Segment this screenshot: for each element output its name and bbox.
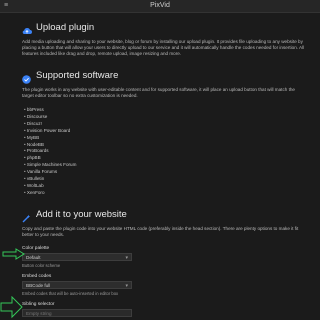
add-heading: Add it to your website [36,208,127,220]
list-item: Simple Machines Forum [24,162,306,169]
embed-codes-select[interactable]: BBCode full [22,281,132,290]
supported-description: The plugin works in any website with use… [22,86,295,98]
color-palette-select[interactable]: Default [22,253,132,262]
list-item: ProBoards [24,148,306,155]
list-item: NodeBB [24,142,306,149]
upload-description: Add media uploading and sharing to your … [22,39,305,57]
list-item: XenForo [24,190,306,197]
supported-section-header: Supported software [22,69,306,84]
supported-heading: Supported software [36,69,119,81]
sibling-selector-label: Sibling selector [22,302,55,308]
software-list: bbPress Discourse Discuz! Invision Power… [24,107,306,197]
sibling-selector-input[interactable]: Empty string [22,309,132,318]
upload-section-header: Upload plugin [22,22,306,34]
list-item: Invision Power Board [24,128,306,135]
list-item: bbPress [24,107,306,114]
window-title: PixVid [150,2,170,9]
embed-codes-hint: Embed codes that will be auto-inserted i… [22,291,119,297]
list-item: vBulletin [24,176,306,183]
list-item: Discourse [24,114,306,121]
title-bar: ≡ PixVid [0,0,320,13]
color-palette-hint: Button color scheme [22,263,61,269]
list-item: phpBB [24,155,306,162]
magic-wand-icon [22,210,31,223]
arrow-right-icon [2,248,25,260]
arrow-right-icon [0,296,23,319]
main-content: Upload plugin Add media uploading and sh… [22,22,306,318]
cloud-upload-icon [22,23,32,34]
list-item: WoltLab [24,183,306,190]
list-item: Discuz! [24,121,306,128]
embed-codes-label: Embed codes [22,274,52,280]
add-description: Copy and paste the plugin code into your… [22,225,299,237]
list-item: Vanilla Forums [24,169,306,176]
color-palette-label: Color palette [22,246,50,252]
upload-heading: Upload plugin [36,22,95,33]
list-item: MyBB [24,135,306,142]
check-circle-icon [22,71,31,84]
add-section-header: Add it to your website [22,208,306,223]
